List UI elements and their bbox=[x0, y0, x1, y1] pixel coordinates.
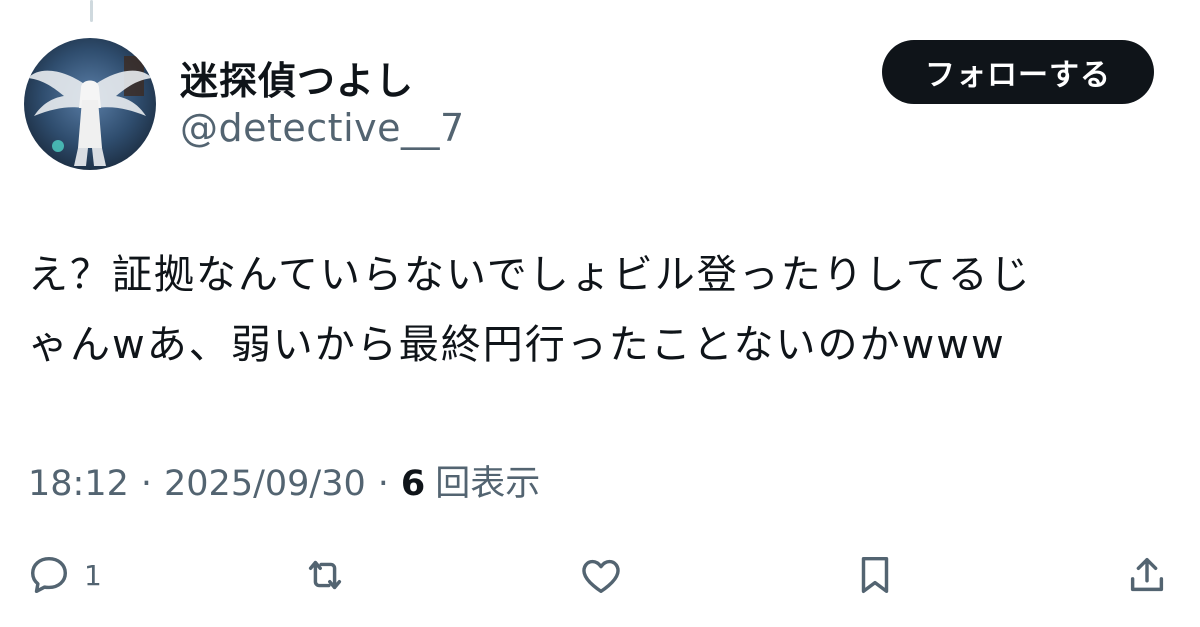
like-button[interactable] bbox=[578, 540, 624, 610]
action-bar: 1 bbox=[0, 540, 1200, 610]
avatar-image bbox=[24, 38, 156, 170]
heart-icon bbox=[582, 559, 620, 594]
reply-button[interactable]: 1 bbox=[26, 540, 102, 610]
meta-separator: · bbox=[377, 464, 389, 504]
meta-separator: · bbox=[140, 464, 153, 504]
tweet-date[interactable]: 2025/09/30 bbox=[164, 464, 366, 504]
upload-share-icon bbox=[1130, 557, 1164, 592]
user-handle[interactable]: @detective__7 bbox=[180, 106, 465, 150]
tweet-text-line: ゃんwあ、弱いから最終円行ったことないのかwww bbox=[28, 322, 1006, 368]
tweet-time[interactable]: 18:12 bbox=[28, 464, 129, 504]
tweet-text: え？証拠なんていらないでしょビル登ったりしてるじ ゃんwあ、弱いから最終円行った… bbox=[28, 240, 1178, 380]
retweet-arrows-icon bbox=[308, 560, 342, 590]
bookmark-button[interactable] bbox=[852, 540, 898, 610]
thread-connector-line bbox=[90, 0, 93, 22]
retweet-button[interactable] bbox=[302, 540, 348, 610]
share-button[interactable] bbox=[1124, 540, 1170, 610]
views-label: 回表示 bbox=[435, 464, 541, 504]
bookmark-icon bbox=[861, 556, 889, 594]
tweet-text-line: え？証拠なんていらないでしょビル登ったりしてるじ bbox=[28, 252, 1032, 298]
avatar[interactable] bbox=[24, 38, 156, 170]
display-name[interactable]: 迷探偵つよし bbox=[180, 50, 414, 105]
views-count: 6 bbox=[400, 464, 426, 504]
follow-button[interactable]: フォローする bbox=[882, 40, 1154, 104]
speech-bubble-icon bbox=[30, 556, 68, 594]
tweet-meta: 18:12 · 2025/09/30 · 6 回表示 bbox=[28, 455, 540, 506]
reply-count: 1 bbox=[84, 558, 102, 592]
